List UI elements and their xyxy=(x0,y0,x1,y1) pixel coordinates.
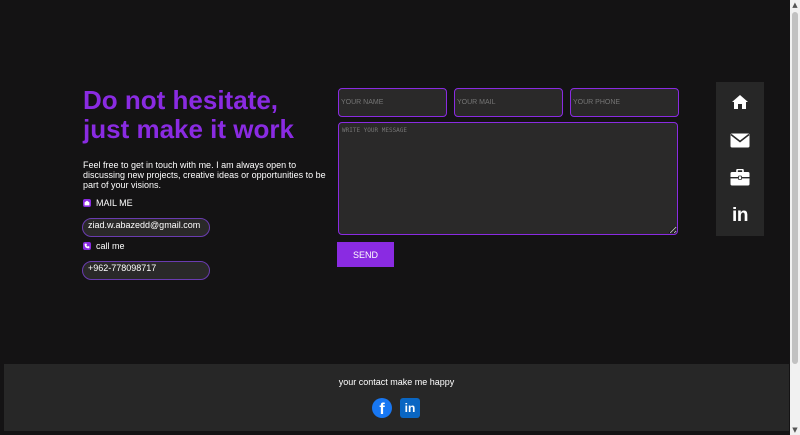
intro-text: Feel free to get in touch with me. I am … xyxy=(83,160,326,190)
linkedin-icon: in xyxy=(732,205,748,226)
mail-me-label: MAIL ME xyxy=(83,198,133,208)
briefcase-icon xyxy=(730,168,750,185)
phone-number[interactable]: +962-778098717 xyxy=(82,261,210,280)
mail-me-text: MAIL ME xyxy=(96,198,133,208)
phone-icon xyxy=(83,242,91,250)
scroll-down-arrow-icon[interactable]: ▼ xyxy=(790,425,800,435)
facebook-icon: f xyxy=(379,401,385,418)
facebook-link[interactable]: f xyxy=(372,398,392,418)
linkedin-footer-icon: in xyxy=(404,401,416,415)
call-me-label: call me xyxy=(83,241,125,251)
phone-input[interactable] xyxy=(570,88,679,117)
envelope-open-icon xyxy=(83,199,91,207)
page-title-line-1: Do not hesitate, xyxy=(83,85,279,115)
page-title-line-2: just make it work xyxy=(83,114,294,144)
footer: your contact make me happy f in xyxy=(4,364,789,431)
contact-page: Do not hesitate, just make it work Feel … xyxy=(0,0,790,435)
nav-home[interactable] xyxy=(716,87,764,117)
linkedin-link[interactable]: in xyxy=(400,398,420,418)
footer-text: your contact make me happy xyxy=(338,377,455,387)
page-title: Do not hesitate, just make it work xyxy=(83,86,333,144)
home-icon xyxy=(732,95,748,109)
scroll-thumb[interactable] xyxy=(792,12,798,364)
name-input[interactable] xyxy=(338,88,447,117)
message-textarea[interactable] xyxy=(338,122,678,235)
side-nav: in xyxy=(716,82,764,236)
nav-mail[interactable] xyxy=(716,125,764,155)
scroll-up-arrow-icon[interactable]: ▲ xyxy=(790,0,800,10)
call-me-text: call me xyxy=(96,241,125,251)
nav-portfolio[interactable] xyxy=(716,162,764,192)
email-address[interactable]: ziad.w.abazedd@gmail.com xyxy=(82,218,210,237)
email-input[interactable] xyxy=(454,88,563,117)
envelope-icon xyxy=(730,133,750,147)
page-scrollbar[interactable]: ▲ ▼ xyxy=(790,0,800,435)
nav-linkedin[interactable]: in xyxy=(716,201,764,231)
send-button[interactable]: SEND xyxy=(337,242,394,267)
